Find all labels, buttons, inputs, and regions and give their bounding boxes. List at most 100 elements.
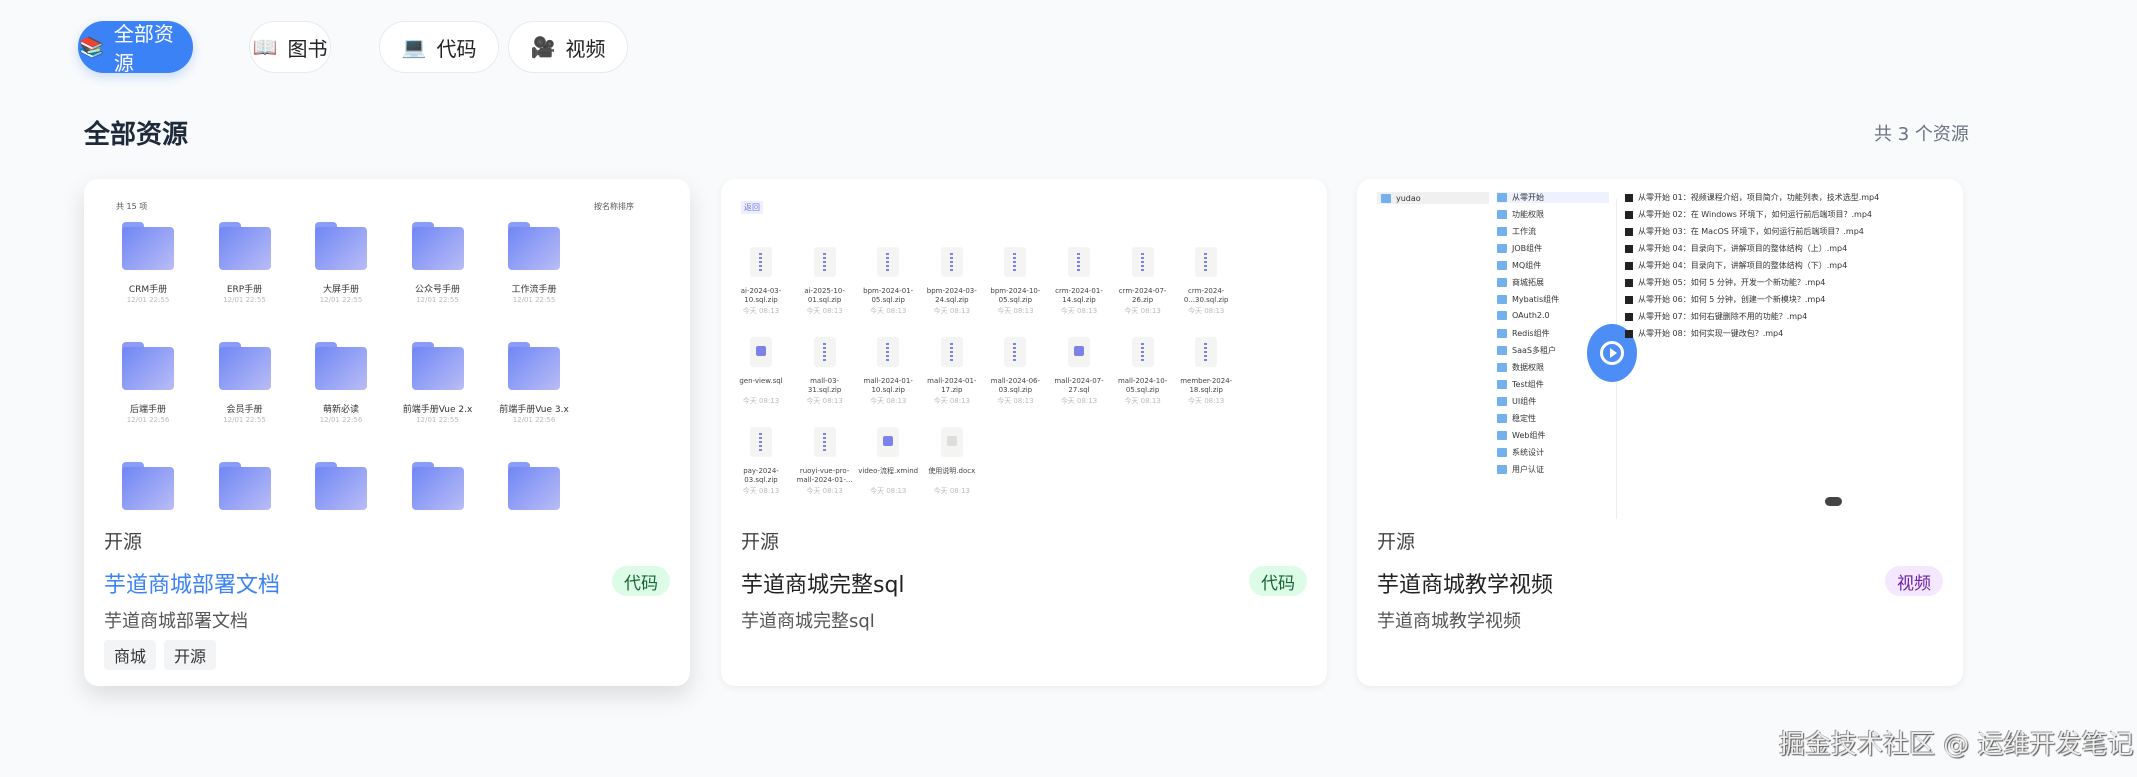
folder-name: 萌新必读 [322, 405, 359, 415]
folder-date: 12/01 22:55 [319, 296, 363, 304]
video-file-name: 从零开始 07：如何右键删除不用的功能？.mp4 [1638, 312, 1808, 321]
file-name: crm-2024-01-14.sql.zip [1055, 287, 1103, 304]
video-file-icon [1625, 295, 1633, 304]
folder-list-item[interactable]: 用户认证 [1497, 464, 1609, 475]
folder-list-item[interactable]: MQ组件 [1497, 260, 1609, 271]
folder-list-item[interactable]: 稳定性 [1497, 413, 1609, 424]
folder-body [315, 227, 367, 270]
folder-list-item[interactable]: Mybatis组件 [1497, 294, 1609, 305]
video-file-item[interactable]: 从零开始 01：视频课程介绍，项目简介，功能列表，技术选型.mp4 [1625, 192, 1879, 203]
zip-stripe [1013, 343, 1017, 361]
folder-name: 系统设计 [1512, 448, 1544, 457]
video-file-item[interactable]: 从零开始 07：如何右键删除不用的功能？.mp4 [1625, 311, 1807, 322]
folder-icon [1497, 295, 1507, 304]
folder-icon [122, 462, 174, 510]
filter-label: 图书 [287, 36, 328, 61]
file-name: ruoyi-vue-pro-mall-2024-01-... [796, 467, 853, 484]
folder-list-item[interactable]: Redis组件 [1497, 328, 1609, 339]
folder-icon [1497, 397, 1507, 406]
video-file-item[interactable]: 从零开始 08：如何实现一键改包？.mp4 [1625, 328, 1783, 339]
file-date: 今天 08:13 [1187, 307, 1225, 315]
folder-list-item[interactable]: JOB组件 [1497, 243, 1609, 254]
folder-list-item[interactable]: Web组件 [1497, 430, 1609, 441]
folder-body [508, 227, 560, 270]
file-glyph [946, 436, 957, 446]
folder-list-item[interactable]: UI组件 [1497, 396, 1609, 407]
file-zip-icon [750, 427, 772, 457]
folder-list-item[interactable]: 工作流 [1497, 226, 1609, 237]
file-zip-icon [1195, 247, 1218, 277]
folder-list-item[interactable]: 商城拓展 [1497, 277, 1609, 288]
resource-card[interactable]: yudao 从零开始 功能权限 工作流 JOB组件 MQ组件 商城拓展 Mybatis组件 O… [1357, 179, 1963, 686]
file-date: 今天 08:13 [1187, 397, 1225, 405]
tag[interactable]: 商城 [104, 640, 157, 670]
preview-count: 共 15 项 [116, 202, 148, 211]
tag[interactable]: 开源 [164, 640, 217, 670]
zip-stripe [1013, 253, 1017, 271]
video-file-icon [1625, 227, 1633, 236]
file-zip-icon [1131, 337, 1154, 367]
video-file-icon [1625, 312, 1633, 321]
folder-name: 数据权限 [1512, 363, 1544, 372]
file-zip-icon [813, 427, 836, 457]
video-file-item[interactable]: 从零开始 03：在 MacOS 环境下，如何运行前后端项目？.mp4 [1625, 226, 1864, 237]
folder-body [411, 467, 464, 510]
folder-icon [1497, 431, 1507, 440]
filter-code[interactable]: 💻 代码 [379, 21, 499, 73]
folder-icon [218, 222, 271, 270]
filter-label: 全部资源 [113, 22, 174, 75]
folder-list-item[interactable]: OAuth2.0 [1497, 311, 1609, 320]
folder-list-item[interactable]: Test组件 [1497, 379, 1609, 390]
file-zip-icon [1131, 247, 1154, 277]
filter-label: 代码 [436, 36, 477, 61]
folder-name: Redis组件 [1512, 329, 1550, 338]
filter-all[interactable]: 📚 全部资源 [78, 21, 193, 75]
resource-card[interactable]: 返回 ai-2024-03-10.sql.zip 今天 08:13 ai-2025-… [721, 179, 1327, 686]
file-xmind-icon [877, 427, 900, 457]
folder-list-item[interactable]: 功能权限 [1497, 209, 1609, 220]
zip-stripe [759, 253, 762, 271]
folder-name: 会员手册 [226, 405, 263, 415]
card-title[interactable]: 芋道商城完整sql [741, 567, 905, 599]
file-name: mall-2024-06-03.sql.zip [990, 377, 1041, 394]
file-zip-icon [940, 337, 963, 367]
folder-body [315, 347, 367, 390]
folder-list-item[interactable]: 从零开始 [1497, 192, 1609, 203]
file-name: 使用说明.docx [928, 467, 976, 475]
card-title[interactable]: 芋道商城部署文档 [104, 567, 280, 599]
folder-icon [411, 342, 464, 390]
video-file-icon [1625, 278, 1633, 287]
video-file-name: 从零开始 04：目录向下，讲解项目的整体结构（上）.mp4 [1638, 244, 1848, 253]
video-file-name: 从零开始 02：在 Windows 环境下，如何运行前后端项目？.mp4 [1638, 210, 1873, 219]
filter-video[interactable]: 🎥 视频 [508, 21, 628, 73]
filter-books[interactable]: 📖 图书 [249, 21, 331, 73]
file-name: ai-2025-10-01.sql.zip [804, 287, 845, 304]
video-file-item[interactable]: 从零开始 05：如何 5 分钟，开发一个新功能？.mp4 [1625, 277, 1825, 288]
card-title[interactable]: 芋道商城教学视频 [1377, 567, 1553, 599]
folder-name: MQ组件 [1512, 261, 1542, 270]
card-source: 开源 [1377, 531, 1416, 553]
folder-list-item[interactable]: 数据权限 [1497, 362, 1609, 373]
video-file-item[interactable]: 从零开始 06：如何 5 分钟，创建一个新模块？.mp4 [1625, 294, 1825, 305]
folder-date: 12/01 22:55 [416, 296, 459, 304]
video-file-name: 从零开始 04：目录向下，讲解项目的整体结构（下）.mp4 [1638, 261, 1848, 270]
video-file-item[interactable]: 从零开始 04：目录向下，讲解项目的整体结构（下）.mp4 [1625, 260, 1847, 271]
folder-body [411, 227, 464, 270]
folder-name: CRM手册 [128, 285, 168, 295]
file-name: crm-2024-0...30.sql.zip [1183, 287, 1229, 304]
video-file-name: 从零开始 01：视频课程介绍，项目简介，功能列表，技术选型.mp4 [1638, 193, 1880, 202]
file-glyph [756, 346, 766, 356]
file-zip-icon [750, 247, 772, 277]
file-zip-icon [1195, 337, 1218, 367]
type-badge: 视频 [1885, 566, 1943, 596]
folder-list-item[interactable]: 系统设计 [1497, 447, 1609, 458]
zip-stripe [886, 343, 890, 361]
video-file-name: 从零开始 06：如何 5 分钟，创建一个新模块？.mp4 [1638, 295, 1826, 304]
video-file-item[interactable]: 从零开始 02：在 Windows 环境下，如何运行前后端项目？.mp4 [1625, 209, 1872, 220]
folder-date: 12/01 22:55 [223, 416, 266, 424]
video-file-item[interactable]: 从零开始 04：目录向下，讲解项目的整体结构（上）.mp4 [1625, 243, 1847, 254]
folder-name: 后端手册 [129, 405, 166, 415]
folder-icon [1497, 210, 1507, 219]
folder-list-item[interactable]: SaaS多租户 [1497, 345, 1609, 356]
resource-card[interactable]: 共 15 项 按名称排序 CRM手册 12/01 22:55 ERP手册 12/01 … [84, 179, 690, 686]
